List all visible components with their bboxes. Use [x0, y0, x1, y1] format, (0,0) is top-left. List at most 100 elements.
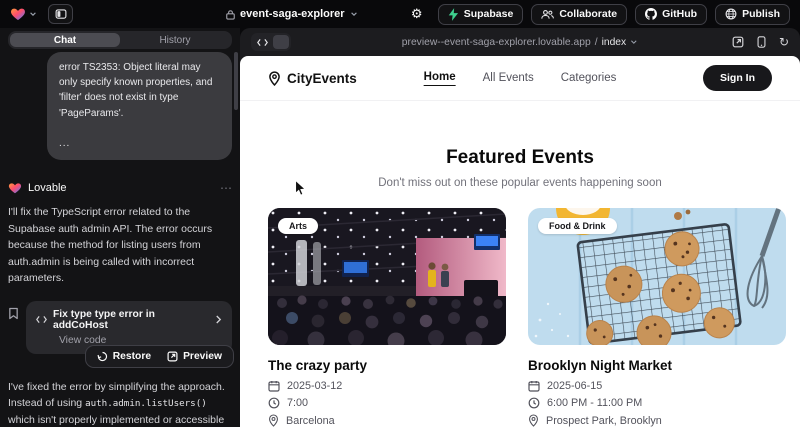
supabase-button[interactable]: Supabase [438, 4, 524, 25]
event-image-conference[interactable]: Arts [268, 208, 506, 345]
code-preview-toggle[interactable] [251, 33, 291, 51]
supabase-bolt-icon [448, 8, 459, 21]
open-in-new-tab-icon[interactable] [732, 36, 744, 48]
github-label: GitHub [662, 8, 697, 20]
github-icon [645, 8, 657, 20]
event-title: Brooklyn Night Market [528, 358, 786, 373]
event-location-row: Barcelona [268, 414, 506, 427]
clock-icon [528, 397, 540, 409]
lovable-heart-icon [10, 6, 26, 22]
map-pin-icon [528, 414, 539, 427]
globe-icon [725, 8, 737, 20]
chevron-right-icon [215, 315, 222, 324]
mobile-view-icon[interactable] [757, 36, 766, 48]
assistant-name: Lovable [28, 182, 67, 194]
user-message-bubble: error TS2353: Object literal may only sp… [47, 52, 232, 160]
collaborate-button[interactable]: Collaborate [531, 4, 627, 25]
publish-button[interactable]: Publish [715, 4, 790, 25]
event-time: 6:00 PM - 11:00 PM [547, 397, 642, 409]
app-topbar: event-saga-explorer ⚙ Supabase Collabora… [0, 0, 800, 28]
code-edit-title: Fix type type error in addCoHost [53, 309, 209, 331]
toggle-knob [273, 35, 289, 49]
rendered-site: CityEvents Home All Events Categories Si… [240, 56, 800, 427]
refresh-icon[interactable]: ↻ [779, 36, 789, 48]
settings-gear-icon[interactable]: ⚙ [404, 4, 430, 25]
version-toolbar: Restore Preview [85, 345, 234, 368]
preview-label: Preview [183, 351, 222, 362]
event-date: 2025-06-15 [547, 380, 602, 392]
calendar-icon [528, 380, 540, 392]
event-location: Barcelona [286, 415, 335, 427]
lovable-logo-menu[interactable] [10, 6, 37, 22]
event-date-row: 2025-03-12 [268, 380, 506, 392]
code-icon [36, 315, 47, 324]
clock-icon [268, 397, 280, 409]
chevron-down-icon [350, 10, 358, 18]
event-card[interactable]: Food & Drink Brooklyn Night Market 2025-… [528, 208, 786, 427]
tab-history[interactable]: History [120, 33, 230, 47]
assistant-paragraph-2: I've fixed the error by simplifying the … [8, 379, 232, 427]
calendar-icon [268, 380, 280, 392]
nav-all-events[interactable]: All Events [483, 72, 534, 84]
github-button[interactable]: GitHub [635, 4, 707, 25]
nav-categories[interactable]: Categories [561, 72, 617, 84]
event-card[interactable]: Arts The crazy party 2025-03-12 7:00 Bar… [268, 208, 506, 427]
chat-history-tabs: Chat History [8, 31, 232, 49]
event-location: Prospect Park, Brooklyn [546, 415, 662, 427]
hero-subtitle: Don't miss out on these popular events h… [240, 177, 800, 189]
tab-chat[interactable]: Chat [10, 33, 120, 47]
hero-title: Featured Events [240, 147, 800, 169]
code-icon [257, 38, 268, 47]
publish-label: Publish [742, 8, 780, 20]
bookmark-icon[interactable] [8, 307, 19, 320]
project-name: event-saga-explorer [240, 8, 345, 20]
map-pin-icon [268, 414, 279, 427]
toggle-sidebar-button[interactable] [48, 4, 73, 24]
preview-url: preview--event-saga-explorer.lovable.app [402, 37, 591, 48]
chevron-down-icon [29, 10, 37, 18]
lovable-heart-icon [8, 181, 22, 195]
site-brand[interactable]: CityEvents [268, 71, 357, 86]
preview-page: index [602, 37, 627, 48]
assistant-paragraph-1: I'll fix the TypeScript error related to… [8, 204, 232, 287]
preview-toolbar: preview--event-saga-explorer.lovable.app… [240, 28, 800, 56]
paragraph2-text-2: which isn't properly implemented or acce… [8, 414, 224, 427]
user-message-text: error TS2353: Object literal may only sp… [59, 60, 220, 121]
user-message-more: ... [59, 136, 220, 151]
event-time-row: 6:00 PM - 11:00 PM [528, 397, 786, 409]
event-date-row: 2025-06-15 [528, 380, 786, 392]
event-time: 7:00 [287, 397, 308, 409]
event-time-row: 7:00 [268, 397, 506, 409]
category-badge: Food & Drink [538, 218, 617, 234]
panel-left-icon [55, 8, 67, 20]
category-badge: Arts [278, 218, 318, 234]
restore-icon [97, 351, 108, 362]
chat-scrollbar[interactable] [234, 52, 238, 110]
hero-section: Featured Events Don't miss out on these … [240, 147, 800, 189]
paragraph2-code-1: auth.admin.listUsers() [85, 398, 207, 409]
event-location-row: Prospect Park, Brooklyn [528, 414, 786, 427]
brand-name: CityEvents [287, 71, 357, 86]
site-nav: Home All Events Categories [424, 71, 617, 86]
event-title: The crazy party [268, 358, 506, 373]
event-image-cookies[interactable]: Food & Drink [528, 208, 786, 345]
preview-button[interactable]: Preview [161, 349, 228, 364]
people-icon [541, 9, 554, 20]
site-header: CityEvents Home All Events Categories Si… [240, 56, 800, 101]
preview-url-selector[interactable]: preview--event-saga-explorer.lovable.app… [402, 37, 638, 48]
chat-sidebar: Chat History error TS2353: Object litera… [0, 28, 240, 427]
message-menu-icon[interactable]: ⋯ [220, 181, 232, 195]
restore-button[interactable]: Restore [91, 349, 157, 364]
map-pin-icon [268, 71, 281, 86]
sign-in-button[interactable]: Sign In [703, 65, 772, 91]
project-name-menu[interactable]: event-saga-explorer [226, 0, 358, 28]
collaborate-label: Collaborate [559, 8, 617, 20]
supabase-label: Supabase [464, 8, 514, 20]
lock-icon [226, 9, 235, 20]
chevron-down-icon [630, 38, 638, 46]
preview-panel: preview--event-saga-explorer.lovable.app… [240, 28, 800, 427]
restore-label: Restore [113, 351, 151, 362]
external-link-icon [167, 351, 178, 362]
nav-home[interactable]: Home [424, 71, 456, 86]
url-separator: / [595, 37, 598, 48]
